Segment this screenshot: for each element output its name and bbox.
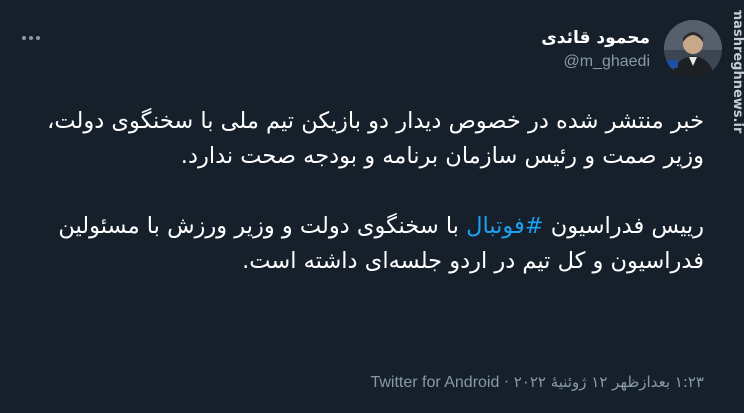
more-options-icon[interactable] xyxy=(16,28,46,48)
tweet-date[interactable]: ۱۲ ژوئنیهٔ ۲۰۲۲ xyxy=(514,373,608,391)
more-dot xyxy=(29,36,33,40)
tweet-paragraph: خبر منتشر شده در خصوص دیدار دو بازیکن تی… xyxy=(47,108,704,169)
tweet-time[interactable]: ۱:۲۳ بعدازظهر xyxy=(612,373,704,391)
hashtag-link[interactable]: #فوتبال xyxy=(466,213,544,239)
more-dot xyxy=(22,36,26,40)
tweet-meta: ۱:۲۳ بعدازظهر ۱۲ ژوئنیهٔ ۲۰۲۲ · Twitter … xyxy=(370,373,704,392)
tweet-paragraph: رییس فدراسیون #فوتبال با سخنگوی دولت و و… xyxy=(24,209,704,279)
more-dot xyxy=(36,36,40,40)
watermark-text: mashreghnews.ir xyxy=(730,10,744,134)
watermark-logo: mashreghnews.ir xyxy=(726,10,744,134)
tweet-text-segment: رییس فدراسیون xyxy=(543,213,704,239)
tweet-card: محمود قائدی @m_ghaedi mashreghnews.ir خب… xyxy=(0,0,744,413)
tweet-header: محمود قائدی @m_ghaedi xyxy=(541,20,722,78)
author-handle[interactable]: @m_ghaedi xyxy=(563,53,650,71)
meta-separator: · xyxy=(504,373,509,391)
tweet-source[interactable]: Twitter for Android xyxy=(370,374,499,391)
avatar[interactable] xyxy=(664,20,722,78)
author-display-name[interactable]: محمود قائدی xyxy=(541,28,650,48)
person-avatar-icon xyxy=(664,20,722,78)
tweet-body: خبر منتشر شده در خصوص دیدار دو بازیکن تی… xyxy=(24,104,704,279)
author-names: محمود قائدی @m_ghaedi xyxy=(541,28,650,71)
